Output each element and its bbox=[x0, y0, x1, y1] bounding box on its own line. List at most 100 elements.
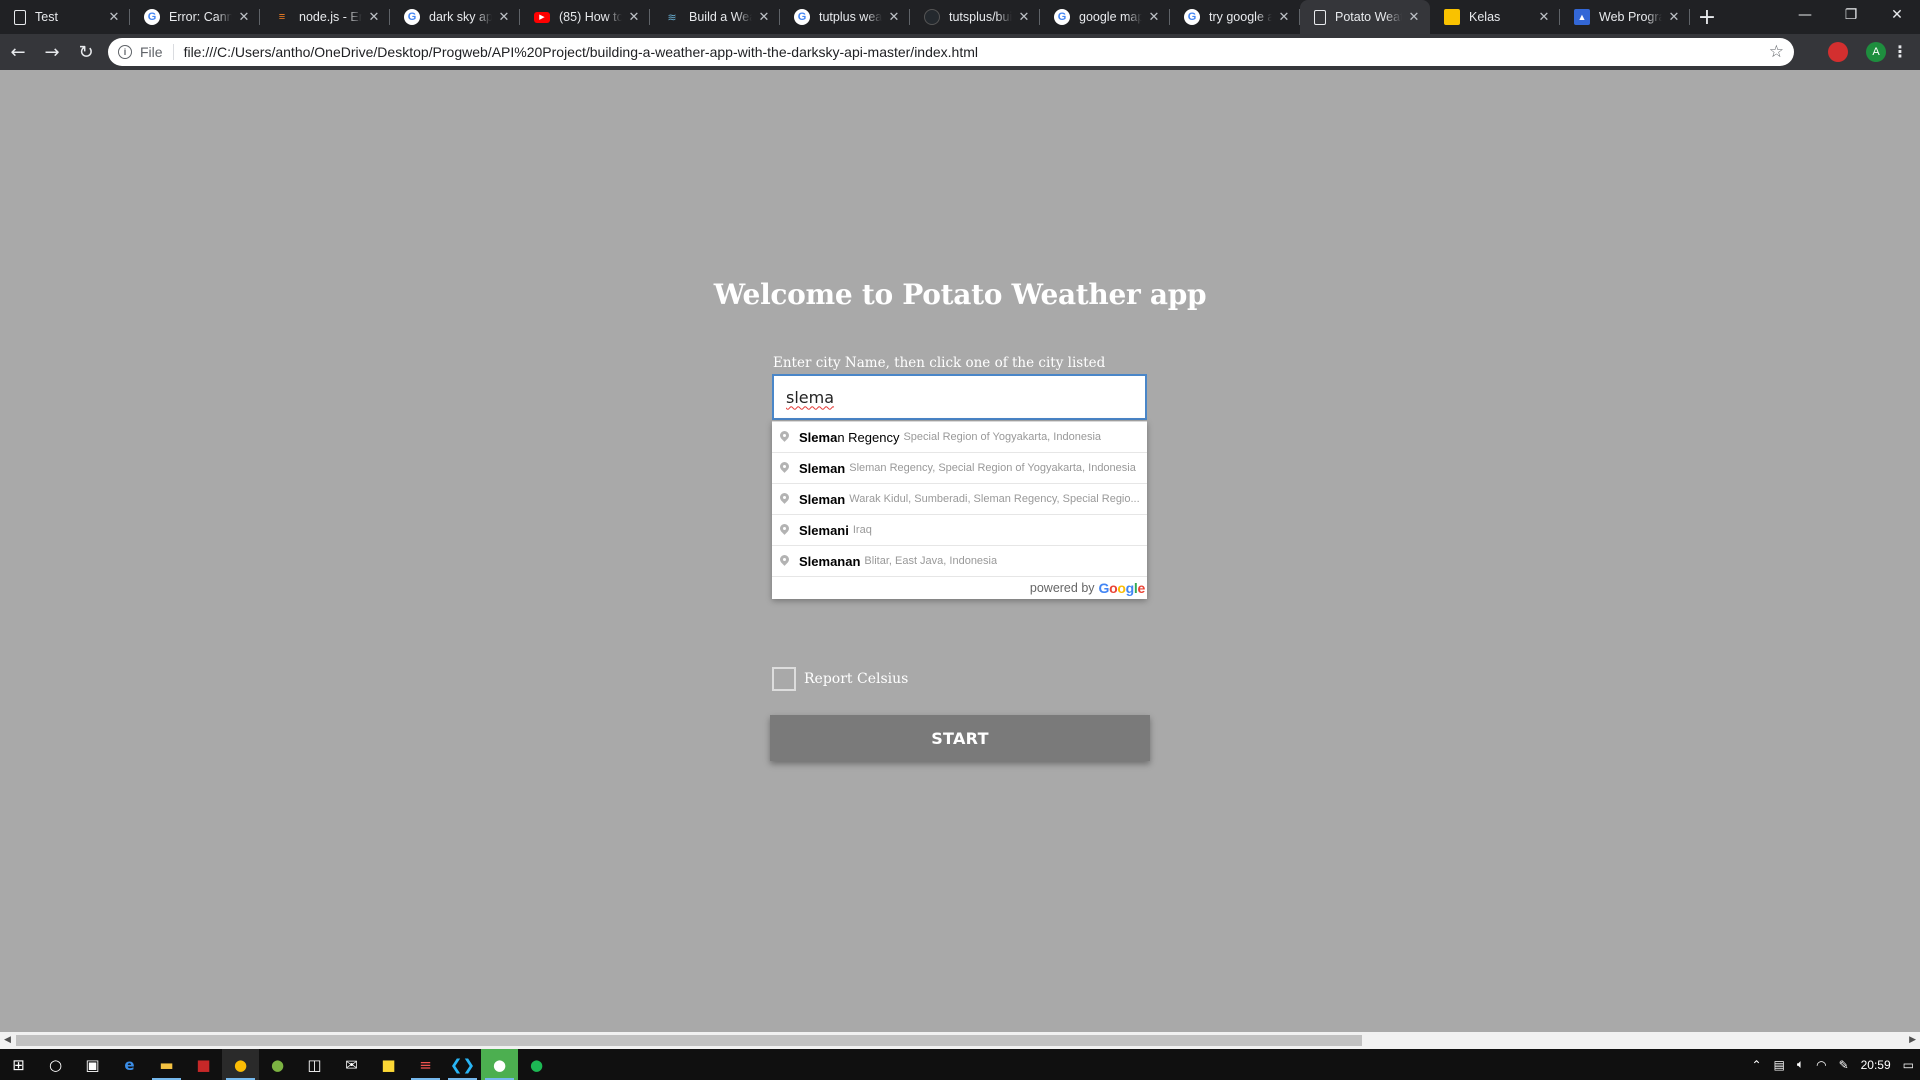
window-controls: — ❐ ✕ bbox=[1782, 0, 1920, 30]
git-app-icon[interactable]: ≡ bbox=[407, 1049, 444, 1080]
spotify-icon[interactable]: ● bbox=[518, 1049, 555, 1080]
horizontal-scrollbar[interactable]: ◀ ▶ bbox=[0, 1032, 1920, 1049]
vscode-icon[interactable]: ❮❯ bbox=[444, 1049, 481, 1080]
browser-tab[interactable]: Test ✕ bbox=[0, 0, 130, 34]
info-icon[interactable]: i bbox=[118, 45, 132, 59]
browser-menu-icon[interactable]: ⋮ bbox=[1892, 42, 1908, 61]
suggestion-item[interactable]: Sleman Sleman Regency, Special Region of … bbox=[772, 453, 1147, 484]
tab-close-icon[interactable]: ✕ bbox=[1016, 9, 1032, 25]
browser-tab[interactable]: G Error: Cannot ✕ bbox=[130, 0, 260, 34]
browser-tab[interactable]: ▲ Web Progra ✕ bbox=[1560, 0, 1690, 34]
restore-button[interactable]: ❐ bbox=[1828, 0, 1874, 30]
suggestion-item[interactable]: Sleman Warak Kidul, Sumberadi, Sleman Reg… bbox=[772, 484, 1147, 515]
browser-tab[interactable]: ▶ (85) How to ✕ bbox=[520, 0, 650, 34]
store-icon[interactable]: ◫ bbox=[296, 1049, 333, 1080]
tab-close-icon[interactable]: ✕ bbox=[496, 9, 512, 25]
scrollbar-thumb[interactable] bbox=[16, 1035, 1362, 1046]
suggestion-item[interactable]: Slemanan Blitar, East Java, Indonesia bbox=[772, 546, 1147, 577]
tab-title: Error: Cannot bbox=[169, 10, 232, 24]
windows-start-icon[interactable]: ⊞ bbox=[0, 1049, 37, 1080]
suggestion-item[interactable]: Sleman Regency Special Region of Yogyakar… bbox=[772, 422, 1147, 453]
celsius-label[interactable]: Report Celsius bbox=[804, 671, 908, 687]
suggestion-primary: Sleman bbox=[799, 461, 845, 476]
chrome-icon[interactable]: ● bbox=[222, 1049, 259, 1080]
tab-close-icon[interactable]: ✕ bbox=[106, 9, 122, 25]
windows-taskbar: ⊞ ○ ▣ e ▬ ■ ● ● ◫ ✉ ■ ≡ ❮❯ ● ● ⌃ ▤ 🔈︎ ◠ … bbox=[0, 1049, 1920, 1080]
browser-tab[interactable]: tutsplus/buil ✕ bbox=[910, 0, 1040, 34]
close-window-button[interactable]: ✕ bbox=[1874, 0, 1920, 30]
suggestion-match: Sleman bbox=[799, 491, 846, 507]
scroll-right-icon[interactable]: ▶ bbox=[1909, 1035, 1916, 1045]
cortana-search-icon[interactable]: ○ bbox=[37, 1049, 74, 1080]
edge-browser-icon[interactable]: e bbox=[111, 1049, 148, 1080]
red-app-icon[interactable]: ■ bbox=[185, 1049, 222, 1080]
browser-tab[interactable]: Kelas ✕ bbox=[1430, 0, 1560, 34]
line-chat-icon[interactable]: ● bbox=[481, 1049, 518, 1080]
browser-tab[interactable]: ≋ Build a Weat ✕ bbox=[650, 0, 780, 34]
tab-close-icon[interactable]: ✕ bbox=[1406, 9, 1422, 25]
city-search-input[interactable]: slema bbox=[772, 374, 1147, 420]
tray-chevron-icon[interactable]: ⌃ bbox=[1751, 1058, 1761, 1072]
suggestion-match: Sleman bbox=[799, 460, 846, 476]
autocomplete-dropdown: Sleman Regency Special Region of Yogyakar… bbox=[772, 421, 1147, 599]
tab-title: Build a Weat bbox=[689, 10, 752, 24]
g-favicon-icon: G bbox=[144, 9, 160, 25]
wifi-icon[interactable]: ◠ bbox=[1816, 1058, 1826, 1072]
suggestion-secondary: Sleman Regency, Special Region of Yogyak… bbox=[849, 462, 1136, 474]
browser-tab[interactable]: Ggoogle map ✕ bbox=[1040, 0, 1170, 34]
minimize-button[interactable]: — bbox=[1782, 0, 1828, 30]
forward-button[interactable]: → bbox=[36, 36, 68, 68]
tab-title: (85) How to bbox=[559, 10, 622, 24]
browser-tab[interactable]: Gtry google a ✕ bbox=[1170, 0, 1300, 34]
new-tab-button[interactable]: + bbox=[1690, 0, 1724, 34]
mail-icon[interactable]: ✉ bbox=[333, 1049, 370, 1080]
tab-close-icon[interactable]: ✕ bbox=[1666, 9, 1682, 25]
tab-close-icon[interactable]: ✕ bbox=[626, 9, 642, 25]
profile-avatar[interactable]: A bbox=[1866, 42, 1886, 62]
so-favicon-icon: ≡ bbox=[278, 11, 286, 23]
tab-close-icon[interactable]: ✕ bbox=[366, 9, 382, 25]
address-url: file:///C:/Users/antho/OneDrive/Desktop/… bbox=[183, 44, 979, 60]
celsius-option: Report Celsius bbox=[772, 667, 908, 691]
system-tray: ⌃ ▤ 🔈︎ ◠ ✎ 20:59 ▭ bbox=[1745, 1049, 1920, 1080]
tab-list: Test✕GError: Cannot✕≡node.js - Err✕Gdark… bbox=[0, 0, 1690, 34]
extension-icon[interactable] bbox=[1828, 42, 1848, 62]
address-scheme: File bbox=[140, 44, 163, 60]
suggestion-secondary: Iraq bbox=[852, 524, 872, 536]
bookmark-star-icon[interactable]: ☆ bbox=[1769, 42, 1784, 62]
ds-favicon-icon: ≋ bbox=[667, 11, 677, 24]
tab-title: dark sky api bbox=[429, 10, 492, 24]
tab-title: tutplus weat bbox=[819, 10, 882, 24]
task-view-icon[interactable]: ▣ bbox=[74, 1049, 111, 1080]
tab-close-icon[interactable]: ✕ bbox=[886, 9, 902, 25]
g-favicon-icon: G bbox=[1054, 9, 1070, 25]
browser-tab[interactable]: Potato Weat ✕ bbox=[1300, 0, 1430, 34]
network-icon[interactable]: ▤ bbox=[1774, 1058, 1785, 1072]
action-center-icon[interactable]: ▭ bbox=[1903, 1058, 1914, 1072]
celsius-checkbox[interactable] bbox=[772, 667, 796, 691]
tab-close-icon[interactable]: ✕ bbox=[1536, 9, 1552, 25]
back-button[interactable]: ← bbox=[2, 36, 34, 68]
tab-close-icon[interactable]: ✕ bbox=[236, 9, 252, 25]
tab-close-icon[interactable]: ✕ bbox=[1146, 9, 1162, 25]
sticky-notes-icon[interactable]: ■ bbox=[370, 1049, 407, 1080]
address-bar[interactable]: i File file:///C:/Users/antho/OneDrive/D… bbox=[108, 38, 1794, 66]
globe-app-icon[interactable]: ● bbox=[259, 1049, 296, 1080]
reload-button[interactable]: ↻ bbox=[70, 36, 102, 68]
browser-tab[interactable]: Gdark sky api ✕ bbox=[390, 0, 520, 34]
start-button[interactable]: START bbox=[770, 715, 1150, 761]
suggestion-item[interactable]: Slemani Iraq bbox=[772, 515, 1147, 546]
browser-tab[interactable]: Gtutplus weat ✕ bbox=[780, 0, 910, 34]
browser-toolbar: ← → ↻ i File file:///C:/Users/antho/OneD… bbox=[0, 34, 1920, 70]
city-input-label: Enter city Name, then click one of the c… bbox=[773, 355, 1106, 371]
volume-icon[interactable]: 🔈︎ bbox=[1797, 1057, 1804, 1072]
pen-icon[interactable]: ✎ bbox=[1839, 1058, 1849, 1072]
file-explorer-icon[interactable]: ▬ bbox=[148, 1049, 185, 1080]
suggestion-primary: Slemanan bbox=[799, 554, 860, 569]
browser-tab[interactable]: ≡ node.js - Err ✕ bbox=[260, 0, 390, 34]
arrow-left-icon: ← bbox=[10, 41, 26, 63]
clock-time[interactable]: 20:59 bbox=[1861, 1058, 1891, 1072]
scroll-left-icon[interactable]: ◀ bbox=[4, 1035, 11, 1045]
tab-close-icon[interactable]: ✕ bbox=[756, 9, 772, 25]
tab-close-icon[interactable]: ✕ bbox=[1276, 9, 1292, 25]
